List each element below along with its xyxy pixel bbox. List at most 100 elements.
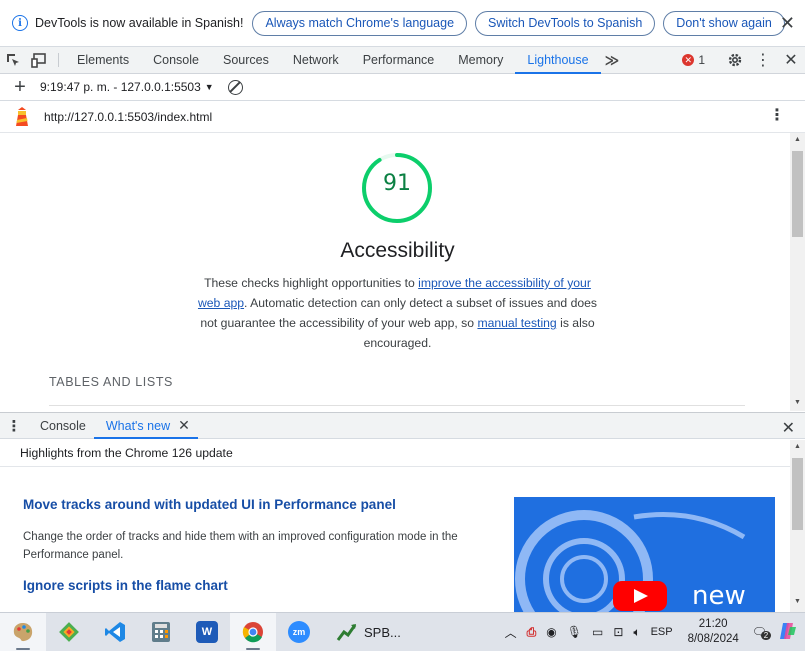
thumbnail-caption: new [692,581,746,611]
tab-performance[interactable]: Performance [351,47,447,73]
clock[interactable]: 21:20 8/08/2024 [688,617,739,647]
taskbar-vscode[interactable] [92,613,138,651]
main-tabbar: Elements Console Sources Network Perform… [0,47,805,74]
youtube-play-icon[interactable] [613,581,667,611]
lighthouse-report: 91 Accessibility These checks highlight … [0,133,790,411]
drawer-tabbar: ⋮ Console What's new ✕ ✕ [0,412,805,439]
category-title: Accessibility [340,239,455,262]
clock-date: 8/08/2024 [687,633,739,645]
battery-icon[interactable]: ▭ [592,625,603,639]
feature-heading[interactable]: Move tracks around with updated UI in Pe… [23,497,396,512]
report-menu-icon[interactable]: ⋮ [769,108,785,124]
tab-sources[interactable]: Sources [211,47,281,73]
error-icon: ✕ [682,54,695,66]
score-value: 91 [383,171,411,196]
drawer-scrollbar[interactable]: ▲ ▼ [790,440,805,612]
devtools-window: i DevTools is now available in Spanish! … [0,0,805,651]
always-match-language-button[interactable]: Always match Chrome's language [252,10,468,36]
word-icon: W [196,621,218,643]
clock-time: 21:20 [698,618,728,630]
video-thumbnail[interactable]: new [514,497,775,612]
running-indicator [16,648,30,650]
microphone-icon[interactable]: 🎙︎ [567,625,582,639]
scroll-up-icon[interactable]: ▲ [794,443,801,450]
windows-taskbar: W zm SPB... ︿ ⎙ ◉ 🎙︎ ▭ ⊡ 🔈︎ ESP 21:20 8/… [0,612,805,651]
close-drawer-icon[interactable]: ✕ [782,418,795,438]
vscode-icon [105,622,125,642]
report-url-bar: http://127.0.0.1:5503/index.html ⋮ [0,101,805,133]
drawer-tab-whats-new[interactable]: What's new ✕ [93,413,198,439]
group-divider [49,405,745,406]
more-options-icon[interactable]: ⋮ [749,50,777,70]
drawer-menu-icon[interactable]: ⋮ [0,413,28,438]
close-tab-icon[interactable]: ✕ [178,417,190,434]
category-description: These checks highlight opportunities to … [195,273,600,353]
system-tray: ︿ ⎙ ◉ 🎙︎ ▭ ⊡ 🔈︎ ESP 21:20 8/08/2024 🗨︎ 2 [500,613,805,651]
gear-icon[interactable] [721,52,749,68]
error-count-badge[interactable]: ✕ 1 [682,53,705,67]
pdf-icon[interactable]: ⎙ [527,625,537,640]
dont-show-again-button[interactable]: Don't show again [663,10,785,36]
infobar-close-icon[interactable]: ✕ [780,14,795,32]
lighthouse-toolbar: + 9:19:47 p. m. - 127.0.0.1:5503 ▼ [0,74,805,101]
chart-up-icon [336,624,357,641]
taskbar-chrome[interactable] [230,613,276,651]
tab-network[interactable]: Network [281,47,351,73]
report-selector-value: 9:19:47 p. m. - 127.0.0.1:5503 [40,80,201,94]
more-tabs-chevron-icon[interactable]: ≫ [601,47,624,73]
taskbar-calculator[interactable] [138,613,184,651]
tab-console[interactable]: Console [141,47,211,73]
volume-icon[interactable]: 🔈︎ [633,625,640,640]
toolbar-divider [58,53,59,67]
calculator-icon [152,622,170,642]
spb-label: SPB... [364,624,401,640]
switch-to-spanish-button[interactable]: Switch DevTools to Spanish [475,10,656,36]
feature-heading[interactable]: Ignore scripts in the flame chart [23,578,228,593]
taskbar-spb-app[interactable]: SPB... [322,613,409,651]
taskbar-paint-app[interactable] [0,613,46,651]
scroll-down-icon[interactable]: ▼ [794,598,801,605]
report-scrollbar-thumb[interactable] [792,151,803,237]
new-report-plus-icon[interactable]: + [0,77,40,97]
report-url: http://127.0.0.1:5503/index.html [44,109,213,124]
notifications-icon[interactable]: 🗨︎ 2 [752,625,772,640]
git-diamond-icon [59,622,79,642]
input-language[interactable]: ESP [651,626,673,638]
caret-down-icon: ▼ [204,82,214,92]
running-indicator [246,648,260,650]
error-count: 1 [698,53,705,67]
whats-new-label: What's new [105,418,171,433]
show-hidden-icons-chevron-icon[interactable]: ︿ [505,624,517,641]
notification-count: 2 [760,631,772,640]
manual-testing-link[interactable]: manual testing [477,316,556,330]
feature-description: Change the order of tracks and hide them… [23,531,458,561]
inspect-element-icon[interactable] [0,47,26,73]
language-infobar: i DevTools is now available in Spanish! … [0,0,805,47]
report-scrollbar[interactable]: ▲ ▼ [790,133,805,411]
whats-new-header: Highlights from the Chrome 126 update [0,440,790,467]
infobar-message: DevTools is now available in Spanish! [35,16,244,30]
copilot-icon[interactable] [777,622,797,643]
taskbar-word[interactable]: W [184,613,230,651]
report-selector[interactable]: 9:19:47 p. m. - 127.0.0.1:5503 ▼ [40,80,214,94]
scroll-down-icon[interactable]: ▼ [794,399,801,406]
network-icon[interactable]: ⊡ [613,625,623,639]
scroll-up-icon[interactable]: ▲ [794,136,801,143]
lighthouse-logo-icon [0,106,44,127]
audit-group-title: TABLES AND LISTS [49,375,173,389]
description-text-1: These checks highlight opportunities to [204,276,419,290]
device-toolbar-icon[interactable] [26,47,52,73]
close-devtools-icon[interactable]: ✕ [777,50,805,70]
clear-reports-icon[interactable] [227,79,243,95]
drawer-scrollbar-thumb[interactable] [792,458,803,530]
camera-icon[interactable]: ◉ [546,625,556,639]
palette-icon [13,623,33,642]
tab-memory[interactable]: Memory [446,47,515,73]
tab-elements[interactable]: Elements [65,47,141,73]
chrome-icon [242,622,263,643]
tab-lighthouse[interactable]: Lighthouse [515,47,601,74]
zoom-icon: zm [288,621,310,643]
drawer-tab-console[interactable]: Console [28,413,94,438]
taskbar-git-app[interactable] [46,613,92,651]
taskbar-zoom[interactable]: zm [276,613,322,651]
